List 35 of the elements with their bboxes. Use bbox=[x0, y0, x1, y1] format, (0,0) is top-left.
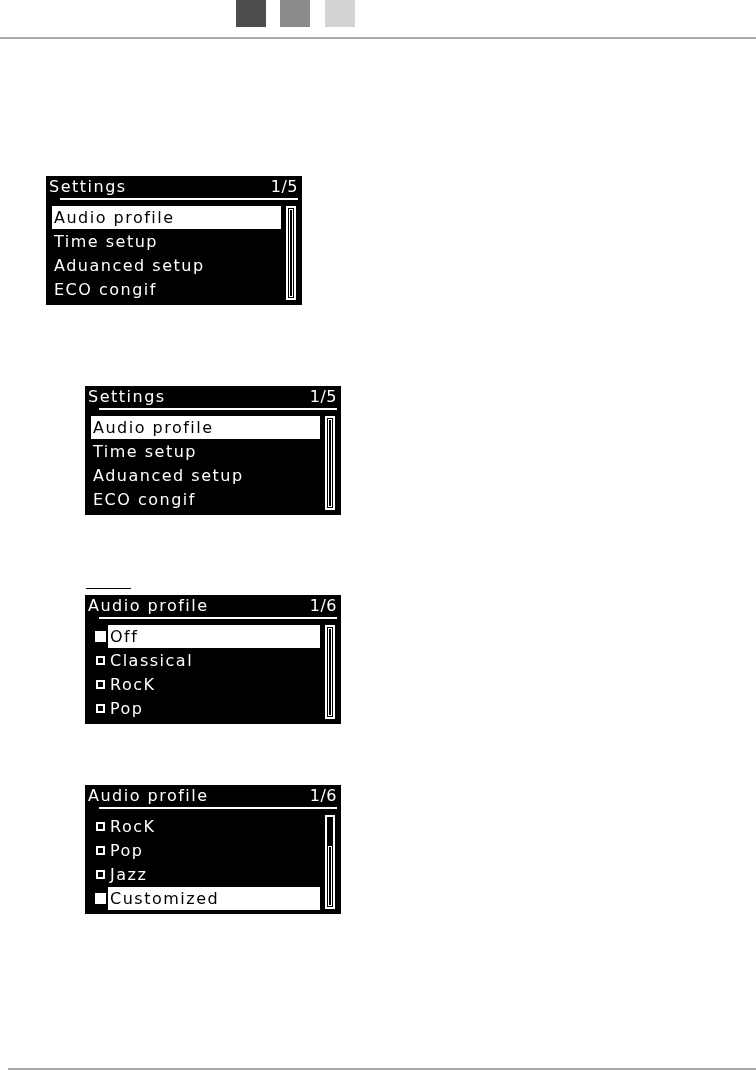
option-item[interactable]: RocK bbox=[108, 814, 320, 838]
radio-icon bbox=[96, 821, 105, 831]
menu-item[interactable]: Audio profile bbox=[91, 415, 320, 439]
screen-title: Audio profile bbox=[88, 595, 209, 616]
page-counter: 1/6 bbox=[309, 595, 337, 616]
menu-item[interactable]: Time setup bbox=[52, 229, 281, 253]
radio-icon bbox=[95, 892, 106, 904]
radio-icon bbox=[96, 655, 105, 665]
screen-title: Audio profile bbox=[88, 785, 209, 806]
page-counter: 1/5 bbox=[309, 386, 337, 407]
radio-icon bbox=[95, 630, 106, 642]
screen-title: Settings bbox=[88, 386, 166, 407]
radio-icon bbox=[96, 703, 105, 713]
menu-item[interactable]: Time setup bbox=[91, 439, 320, 463]
square-marker-icon bbox=[325, 0, 355, 27]
option-item[interactable]: Customized bbox=[108, 886, 320, 910]
menu-item[interactable]: Aduanced setup bbox=[91, 463, 320, 487]
option-item[interactable]: Pop bbox=[108, 696, 320, 720]
menu-item[interactable]: ECO congif bbox=[52, 277, 281, 301]
screen-title: Settings bbox=[49, 176, 127, 197]
radio-icon bbox=[96, 845, 105, 855]
radio-icon bbox=[96, 869, 105, 879]
menu-item[interactable]: Aduanced setup bbox=[52, 253, 281, 277]
page-counter: 1/6 bbox=[309, 785, 337, 806]
option-item[interactable]: Classical bbox=[108, 648, 320, 672]
option-item[interactable]: Off bbox=[108, 624, 320, 648]
radio-icon bbox=[96, 679, 105, 689]
option-item[interactable]: RocK bbox=[108, 672, 320, 696]
square-marker-icon bbox=[280, 0, 310, 27]
menu-item[interactable]: Audio profile bbox=[52, 205, 281, 229]
square-marker-icon bbox=[236, 0, 266, 27]
page-counter: 1/5 bbox=[270, 176, 298, 197]
option-item[interactable]: Jazz bbox=[108, 862, 320, 886]
menu-item[interactable]: ECO congif bbox=[91, 487, 320, 511]
option-item[interactable]: Pop bbox=[108, 838, 320, 862]
